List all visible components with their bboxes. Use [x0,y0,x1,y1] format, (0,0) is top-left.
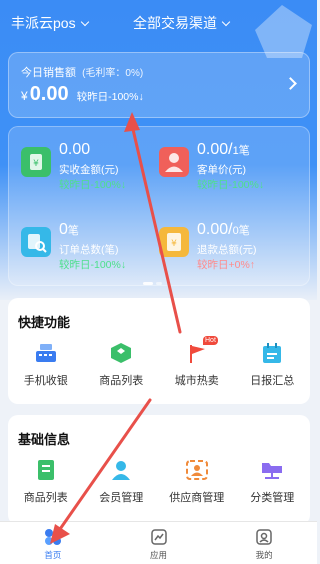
stat-item[interactable]: ¥ 0.00 实收金额(元) 较昨日-100%↓ [21,141,161,201]
cash-register-icon [35,344,56,362]
sales-compare: 较昨日-100%↓ [76,91,144,103]
tab-label: 我的 [255,550,273,560]
product-list-icon [111,343,132,363]
product-list-icon [37,460,54,480]
tab-apps[interactable]: 应用 [106,522,212,564]
customer-icon [159,147,189,177]
carousel-indicator[interactable] [143,282,162,285]
stat-label: 订单总数(笔) [59,244,119,256]
channel-selector[interactable]: 全部交易渠道 [133,13,231,33]
quick-item-product-list[interactable]: 商品列表 [84,342,160,388]
store-selector[interactable]: 丰派云pos [11,13,89,33]
daily-report-icon [263,343,282,363]
hot-flag-icon [189,345,205,363]
stat-compare: 较昨日-100%↓ [59,179,127,191]
stat-unit: 笔 [67,225,79,237]
stat-compare: 较昨日-100%↓ [197,179,265,191]
quick-functions-panel: 快捷功能 手机收银 商品列表 Hot 城市热卖 日报汇总 [8,298,310,404]
sales-amount: 0.00 [29,83,69,105]
section-title: 基础信息 [18,432,71,447]
stat-value: 0.00/ [197,221,233,238]
member-icon [112,461,131,480]
quick-item-label: 手机收银 [23,375,68,387]
quick-item-city-hot[interactable]: Hot 城市热卖 [159,336,235,388]
basic-item-label: 会员管理 [99,492,144,504]
stat-label: 客单价(元) [197,164,246,176]
basic-item-product-list[interactable]: 商品列表 [8,459,84,505]
order-search-icon [21,227,51,257]
tab-home[interactable]: 首页 [0,522,106,564]
quick-item-label: 日报汇总 [250,375,295,387]
store-name: 丰派云pos [11,15,76,31]
category-folder-icon [262,463,283,479]
quick-item-daily-report[interactable]: 日报汇总 [235,342,311,388]
stat-unit: 1笔 [232,145,250,157]
basic-item-member[interactable]: 会员管理 [84,459,160,505]
basic-item-category[interactable]: 分类管理 [235,459,311,505]
today-sales-card[interactable]: 今日销售额 (毛利率：0%) ¥ 0.00 较昨日-100%↓ [8,52,310,118]
sales-amount-row: ¥ 0.00 较昨日-100%↓ [21,83,144,106]
section-title: 快捷功能 [18,315,71,330]
stat-compare: 较昨日+0%↑ [197,259,256,271]
stat-item[interactable]: 0笔 订单总数(笔) 较昨日-100%↓ [21,221,161,281]
cash-icon: ¥ [21,147,51,177]
currency-symbol: ¥ [21,89,28,103]
brand-logo-icon [255,5,312,58]
stat-compare: 较昨日-100%↓ [59,259,127,271]
sales-title: 今日销售额 [21,67,76,79]
stat-unit: 0笔 [232,225,250,237]
svg-text:¥: ¥ [171,239,177,249]
basic-item-label: 商品列表 [23,492,68,504]
chevron-down-icon [221,17,231,26]
tab-label: 应用 [150,550,168,560]
stat-value: 0 [59,221,68,238]
channel-name: 全部交易渠道 [133,15,217,31]
stat-value: 0.00 [59,141,91,158]
apps-icon [150,529,167,545]
stat-value: 0.00/ [197,141,233,158]
margin-rate: (毛利率：0%) [82,68,144,79]
tab-profile[interactable]: 我的 [211,522,317,564]
hot-badge: Hot [203,336,218,345]
basic-item-label: 分类管理 [250,492,295,504]
stat-item[interactable]: 0.00/1笔 客单价(元) 较昨日-100%↓ [159,141,299,201]
quick-item-label: 商品列表 [99,375,144,387]
sales-title-row: 今日销售额 (毛利率：0%) [21,64,143,80]
stats-card: ¥ 0.00 实收金额(元) 较昨日-100%↓ 0.00/1笔 客单价(元) … [8,126,310,286]
stat-label: 退款总额(元) [197,244,257,256]
stat-label: 实收金额(元) [59,164,119,176]
quick-item-label: 城市热卖 [174,375,219,387]
refund-icon: ¥ [159,227,189,257]
chevron-down-icon [80,17,89,26]
basic-info-panel: 基础信息 商品列表 会员管理 供应商管理 分类管理 [8,415,310,525]
quick-item-cash-register[interactable]: 手机收银 [8,342,84,388]
tab-label: 首页 [44,550,62,560]
supplier-icon [185,460,208,480]
bottom-tab-bar: 首页 应用 我的 [0,521,317,564]
basic-item-supplier[interactable]: 供应商管理 [159,459,235,505]
home-icon [44,529,61,545]
svg-text:¥: ¥ [33,159,39,169]
chevron-right-icon[interactable] [284,77,297,90]
basic-item-label: 供应商管理 [169,492,225,504]
stat-item[interactable]: ¥ 0.00/0笔 退款总额(元) 较昨日+0%↑ [159,221,299,281]
profile-icon [256,529,272,545]
